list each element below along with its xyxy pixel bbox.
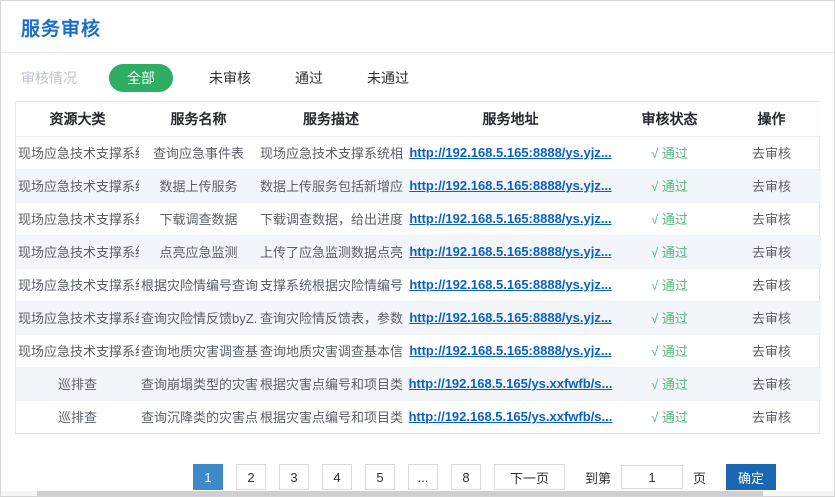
page-button-2[interactable]: 2: [236, 464, 266, 490]
column-header-category: 资源大类: [16, 102, 139, 136]
page-title: 服务审核: [1, 1, 834, 52]
cell-category: 现场应急技术支撑系统: [16, 136, 139, 169]
cell-description: 根据灾害点编号和项目类...: [258, 367, 404, 400]
service-url-link[interactable]: http://192.168.5.165/ys.xxfwfb/s...: [409, 376, 613, 391]
status-badge: √ 通过: [651, 245, 688, 260]
filter-tab-failed[interactable]: 未通过: [367, 64, 409, 92]
cell-description: 数据上传服务包括新增应...: [258, 169, 404, 202]
cell-category: 现场应急技术支撑系统: [16, 169, 139, 202]
cell-description: 下载调查数据，给出进度...: [258, 202, 404, 235]
cell-description: 支撑系统根据灾险情编号...: [258, 268, 404, 301]
cell-category: 现场应急技术支撑系统: [16, 301, 139, 334]
status-badge: √ 通过: [651, 311, 688, 326]
cell-name: 点亮应急监测: [139, 235, 258, 268]
cell-description: 查询灾险情反馈表，参数...: [258, 301, 404, 334]
service-url-link[interactable]: http://192.168.5.165/ys.xxfwfb/s...: [409, 409, 613, 424]
cell-category: 巡排查: [16, 367, 139, 400]
cell-description: 现场应急技术支撑系统相...: [258, 136, 404, 169]
go-audit-button[interactable]: 去审核: [752, 212, 791, 227]
filter-bar: 审核情况 全部 未审核 通过 未通过: [1, 53, 834, 101]
table-row: 现场应急技术支撑系统 查询灾险情反馈byZ... 查询灾险情反馈表，参数... …: [16, 301, 821, 334]
pagination: 12345... 8 下一页 到第 页 确定: [193, 464, 776, 490]
page-ellipsis-button[interactable]: ...: [408, 464, 438, 490]
horizontal-scrollbar-thumb[interactable]: [37, 491, 763, 496]
cell-name: 查询沉降类的灾害点...: [139, 400, 258, 433]
cell-name: 根据灾险情编号查询...: [139, 268, 258, 301]
service-url-link[interactable]: http://192.168.5.165:8888/ys.yjz...: [409, 145, 611, 160]
table-row: 现场应急技术支撑系统 点亮应急监测 上传了应急监测数据点亮... http://…: [16, 235, 821, 268]
cell-description: 查询地质灾害调查基本信...: [258, 334, 404, 367]
page-button-3[interactable]: 3: [279, 464, 309, 490]
table-row: 现场应急技术支撑系统 根据灾险情编号查询... 支撑系统根据灾险情编号... h…: [16, 268, 821, 301]
service-audit-panel: 服务审核 审核情况 全部 未审核 通过 未通过 资源大类 服务名称 服务描述 服…: [0, 0, 835, 497]
cell-category: 现场应急技术支撑系统: [16, 268, 139, 301]
services-table: 资源大类 服务名称 服务描述 服务地址 审核状态 操作 现场应急技术支撑系统 查…: [15, 101, 820, 434]
cell-name: 查询应急事件表: [139, 136, 258, 169]
column-header-description: 服务描述: [258, 102, 404, 136]
go-audit-button[interactable]: 去审核: [752, 410, 791, 425]
column-header-name: 服务名称: [139, 102, 258, 136]
column-header-action: 操作: [722, 102, 821, 136]
service-url-link[interactable]: http://192.168.5.165:8888/ys.yjz...: [409, 310, 611, 325]
table-row: 现场应急技术支撑系统 查询地质灾害调查基... 查询地质灾害调查基本信... h…: [16, 334, 821, 367]
page-button-4[interactable]: 4: [322, 464, 352, 490]
page-button-5[interactable]: 5: [365, 464, 395, 490]
go-audit-button[interactable]: 去审核: [752, 146, 791, 161]
page-button-1[interactable]: 1: [193, 464, 223, 490]
column-header-url: 服务地址: [404, 102, 617, 136]
jump-prefix-label: 到第: [585, 468, 611, 487]
service-url-link[interactable]: http://192.168.5.165:8888/ys.yjz...: [409, 178, 611, 193]
cell-category: 现场应急技术支撑系统: [16, 235, 139, 268]
go-audit-button[interactable]: 去审核: [752, 344, 791, 359]
cell-name: 下载调查数据: [139, 202, 258, 235]
table-row: 现场应急技术支撑系统 下载调查数据 下载调查数据，给出进度... http://…: [16, 202, 821, 235]
cell-name: 查询崩塌类型的灾害...: [139, 367, 258, 400]
cell-description: 上传了应急监测数据点亮...: [258, 235, 404, 268]
horizontal-scrollbar-track[interactable]: [1, 491, 834, 496]
status-badge: √ 通过: [651, 410, 688, 425]
table-row: 巡排查 查询崩塌类型的灾害... 根据灾害点编号和项目类... http://1…: [16, 367, 821, 400]
cell-category: 现场应急技术支撑系统: [16, 334, 139, 367]
go-audit-button[interactable]: 去审核: [752, 245, 791, 260]
page-buttons-container: 12345... 8: [193, 464, 494, 490]
status-badge: √ 通过: [651, 278, 688, 293]
service-url-link[interactable]: http://192.168.5.165:8888/ys.yjz...: [409, 211, 611, 226]
cell-name: 查询地质灾害调查基...: [139, 334, 258, 367]
table-row: 现场应急技术支撑系统 数据上传服务 数据上传服务包括新增应... http://…: [16, 169, 821, 202]
go-audit-button[interactable]: 去审核: [752, 278, 791, 293]
page-button-8[interactable]: 8: [451, 464, 481, 490]
next-page-button[interactable]: 下一页: [494, 464, 565, 490]
cell-category: 现场应急技术支撑系统: [16, 202, 139, 235]
cell-description: 根据灾害点编号和项目类...: [258, 400, 404, 433]
table-body: 现场应急技术支撑系统 查询应急事件表 现场应急技术支撑系统相... http:/…: [16, 136, 821, 433]
jump-suffix-label: 页: [693, 468, 706, 487]
jump-page-input[interactable]: [621, 465, 683, 489]
filter-tab-all[interactable]: 全部: [109, 64, 173, 92]
column-header-status: 审核状态: [617, 102, 722, 136]
go-audit-button[interactable]: 去审核: [752, 311, 791, 326]
status-badge: √ 通过: [651, 146, 688, 161]
filter-tab-unreviewed[interactable]: 未审核: [209, 64, 251, 92]
status-badge: √ 通过: [651, 212, 688, 227]
status-badge: √ 通过: [651, 377, 688, 392]
status-badge: √ 通过: [651, 179, 688, 194]
table-row: 巡排查 查询沉降类的灾害点... 根据灾害点编号和项目类... http://1…: [16, 400, 821, 433]
cell-category: 巡排查: [16, 400, 139, 433]
go-audit-button[interactable]: 去审核: [752, 377, 791, 392]
status-badge: √ 通过: [651, 344, 688, 359]
table-header: 资源大类 服务名称 服务描述 服务地址 审核状态 操作: [16, 102, 821, 136]
go-audit-button[interactable]: 去审核: [752, 179, 791, 194]
cell-name: 数据上传服务: [139, 169, 258, 202]
filter-tab-passed[interactable]: 通过: [295, 64, 323, 92]
service-url-link[interactable]: http://192.168.5.165:8888/ys.yjz...: [409, 343, 611, 358]
confirm-button[interactable]: 确定: [726, 464, 776, 490]
service-url-link[interactable]: http://192.168.5.165:8888/ys.yjz...: [409, 244, 611, 259]
service-url-link[interactable]: http://192.168.5.165:8888/ys.yjz...: [409, 277, 611, 292]
cell-name: 查询灾险情反馈byZ...: [139, 301, 258, 334]
table-row: 现场应急技术支撑系统 查询应急事件表 现场应急技术支撑系统相... http:/…: [16, 136, 821, 169]
filter-label: 审核情况: [21, 68, 77, 88]
